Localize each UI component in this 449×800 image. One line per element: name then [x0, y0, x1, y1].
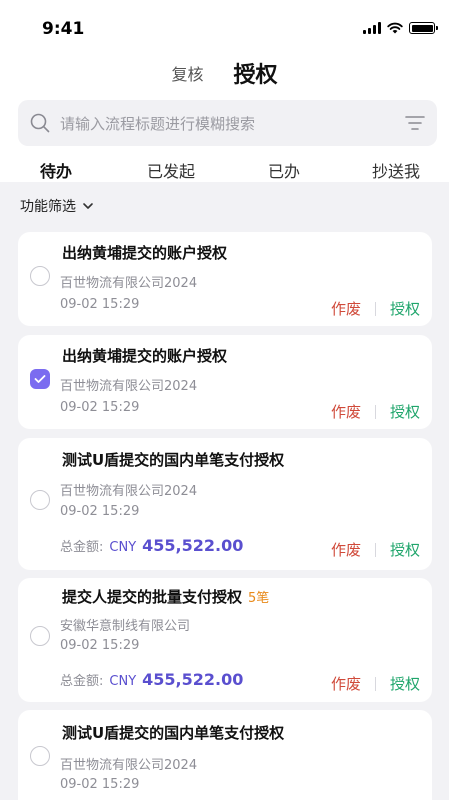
count-badge: 5笔 — [248, 591, 270, 606]
card-amount: 总金额: CNY 455,522.00 — [60, 536, 243, 555]
amount-label: 总金额: — [60, 540, 104, 555]
approval-card[interactable]: 测试U盾提交的国内单笔支付授权 百世物流有限公司2024 09-02 15:29 — [18, 710, 432, 800]
void-button[interactable]: 作废 — [331, 298, 361, 319]
card-title: 测试U盾提交的国内单笔支付授权 — [62, 451, 285, 469]
card-time: 09-02 15:29 — [60, 777, 140, 792]
chevron-down-icon — [83, 203, 93, 209]
void-button[interactable]: 作废 — [331, 401, 361, 422]
card-title: 出纳黄埔提交的账户授权 — [62, 244, 228, 262]
card-actions: 作废 授权 — [331, 539, 420, 560]
card-company: 百世物流有限公司2024 — [60, 276, 198, 291]
filter-icon[interactable] — [405, 114, 425, 132]
status-icons — [363, 22, 438, 34]
card-time: 09-02 15:29 — [60, 400, 140, 415]
search-input[interactable]: 请输入流程标题进行模糊搜索 — [60, 113, 405, 134]
card-company: 百世物流有限公司2024 — [60, 379, 198, 394]
action-divider — [374, 676, 376, 691]
action-divider — [374, 542, 376, 557]
card-actions: 作废 授权 — [331, 673, 420, 694]
approval-card[interactable]: 出纳黄埔提交的账户授权 百世物流有限公司2024 09-02 15:29 作废 … — [18, 232, 432, 326]
card-time: 09-02 15:29 — [60, 638, 140, 653]
card-checkbox[interactable] — [30, 266, 50, 286]
card-title: 测试U盾提交的国内单笔支付授权 — [62, 724, 285, 742]
status-bar: 9:41 — [0, 0, 449, 46]
approval-card[interactable]: 测试U盾提交的国内单笔支付授权 百世物流有限公司2024 09-02 15:29… — [18, 438, 432, 570]
nav-tab-review[interactable]: 复核 — [171, 61, 203, 85]
card-time: 09-02 15:29 — [60, 297, 140, 312]
card-actions: 作废 授权 — [331, 401, 420, 422]
filter-dropdown[interactable]: 功能筛选 — [20, 196, 94, 216]
battery-icon — [409, 22, 438, 34]
approval-card[interactable]: 出纳黄埔提交的账户授权 百世物流有限公司2024 09-02 15:29 作废 … — [18, 335, 432, 429]
action-divider — [374, 404, 376, 419]
amount-label: 总金额: — [60, 674, 104, 689]
list-area: 功能筛选 出纳黄埔提交的账户授权 百世物流有限公司2024 09-02 15:2… — [0, 182, 449, 800]
amount-currency: CNY — [109, 674, 137, 689]
card-checkbox[interactable] — [30, 746, 50, 766]
void-button[interactable]: 作废 — [331, 673, 361, 694]
top-nav: 复核 授权 — [0, 46, 449, 100]
card-time: 09-02 15:29 — [60, 504, 140, 519]
tab-cc[interactable]: 抄送我 — [372, 158, 420, 182]
card-company: 百世物流有限公司2024 — [60, 484, 198, 499]
authorize-button[interactable]: 授权 — [390, 401, 420, 422]
authorize-button[interactable]: 授权 — [390, 539, 420, 560]
search-icon — [30, 113, 50, 133]
check-icon — [34, 375, 46, 383]
amount-value: 455,522.00 — [142, 536, 244, 555]
card-actions: 作废 授权 — [331, 298, 420, 319]
amount-value: 455,522.00 — [142, 670, 244, 689]
approval-card[interactable]: 提交人提交的批量支付授权 5笔 安徽华意制线有限公司 09-02 15:29 总金… — [18, 578, 432, 702]
action-divider — [374, 301, 376, 316]
tab-todo[interactable]: 待办 — [40, 158, 72, 182]
card-checkbox-checked[interactable] — [30, 369, 50, 389]
status-time: 9:41 — [42, 19, 85, 39]
void-button[interactable]: 作废 — [331, 539, 361, 560]
search-bar[interactable]: 请输入流程标题进行模糊搜索 — [18, 100, 437, 146]
card-title: 提交人提交的批量支付授权 5笔 — [62, 586, 269, 607]
signal-icon — [363, 22, 381, 34]
card-title-text: 提交人提交的批量支付授权 — [62, 588, 243, 606]
amount-currency: CNY — [109, 540, 137, 555]
filter-label: 功能筛选 — [20, 199, 76, 215]
nav-tab-authorize[interactable]: 授权 — [234, 57, 278, 89]
top-panel: 9:41 复核 授权 请输入流程标题进行模糊搜索 待办 已发起 已办 抄送我 — [0, 0, 449, 198]
authorize-button[interactable]: 授权 — [390, 673, 420, 694]
tab-done[interactable]: 已办 — [268, 158, 300, 182]
tab-initiated[interactable]: 已发起 — [147, 158, 195, 182]
card-checkbox[interactable] — [30, 626, 50, 646]
authorize-button[interactable]: 授权 — [390, 298, 420, 319]
wifi-icon — [387, 22, 403, 34]
card-company: 百世物流有限公司2024 — [60, 758, 198, 773]
card-amount: 总金额: CNY 455,522.00 — [60, 670, 243, 689]
card-company: 安徽华意制线有限公司 — [60, 619, 191, 634]
card-title: 出纳黄埔提交的账户授权 — [62, 347, 228, 365]
card-checkbox[interactable] — [30, 490, 50, 510]
